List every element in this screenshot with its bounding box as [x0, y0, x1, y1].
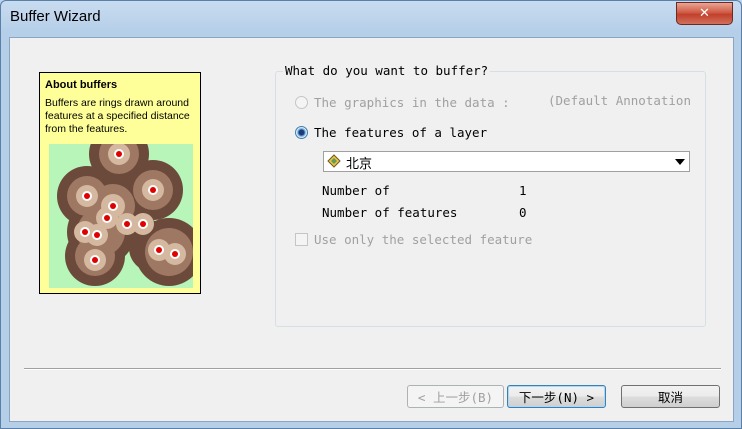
title-bar[interactable]: Buffer Wizard ✕: [1, 1, 741, 37]
stat-value-features: 0: [519, 205, 527, 220]
layer-select[interactable]: 北京: [323, 151, 690, 172]
polygon-layer-icon: [327, 154, 341, 168]
features-of-layer-radio[interactable]: [295, 126, 308, 139]
stat-label-count: Number of: [322, 183, 390, 198]
chevron-down-icon: [675, 158, 685, 165]
close-button[interactable]: ✕: [676, 2, 733, 25]
about-buffers-panel: About buffers Buffers are rings drawn ar…: [39, 72, 201, 294]
back-button[interactable]: < 上一步(B): [407, 385, 504, 408]
button-separator: [24, 368, 721, 370]
next-button-label: 下一步(N) >: [518, 390, 595, 405]
cancel-button-label: 取消: [657, 390, 683, 405]
about-buffers-description: Buffers are rings drawn around features …: [45, 97, 190, 135]
close-icon: ✕: [699, 6, 710, 21]
about-buffers-title: About buffers: [45, 79, 118, 91]
buffer-source-group: What do you want to buffer? The graphics…: [275, 63, 706, 327]
stat-label-features: Number of features: [322, 205, 458, 220]
graphics-radio[interactable]: [295, 96, 308, 109]
buffer-wizard-window: Buffer Wizard ✕ About buffers Buffers ar…: [0, 0, 742, 429]
features-of-layer-label: The features of a layer: [314, 125, 488, 140]
next-button[interactable]: 下一步(N) >: [507, 385, 606, 408]
buffer-illustration-image: [49, 144, 193, 288]
cancel-button[interactable]: 取消: [621, 385, 720, 408]
group-label: What do you want to buffer?: [283, 63, 491, 78]
graphics-option-label: The graphics in the data :: [314, 95, 510, 110]
selected-only-checkbox[interactable]: [295, 233, 308, 246]
window-title: Buffer Wizard: [10, 8, 101, 25]
selected-only-label: Use only the selected feature: [314, 232, 533, 247]
back-button-label: < 上一步(B): [417, 390, 494, 405]
graphics-option-extra: (Default Annotation: [548, 93, 691, 108]
stat-value-count: 1: [519, 183, 527, 198]
layer-select-dropdown-button[interactable]: [671, 152, 689, 171]
dialog-body: About buffers Buffers are rings drawn ar…: [9, 37, 734, 422]
layer-select-value: 北京: [346, 157, 373, 172]
